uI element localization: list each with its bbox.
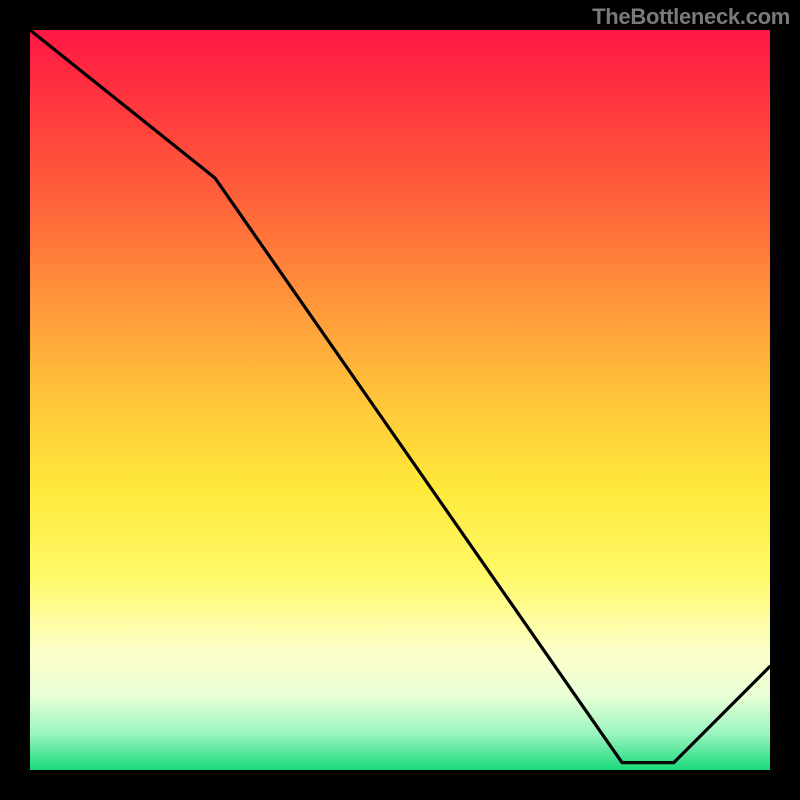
line-series	[30, 30, 770, 770]
chart-frame: TheBottleneck.com	[0, 0, 800, 800]
watermark-text: TheBottleneck.com	[592, 4, 790, 30]
bottleneck-curve-path	[30, 30, 770, 763]
plot-area	[30, 30, 770, 770]
